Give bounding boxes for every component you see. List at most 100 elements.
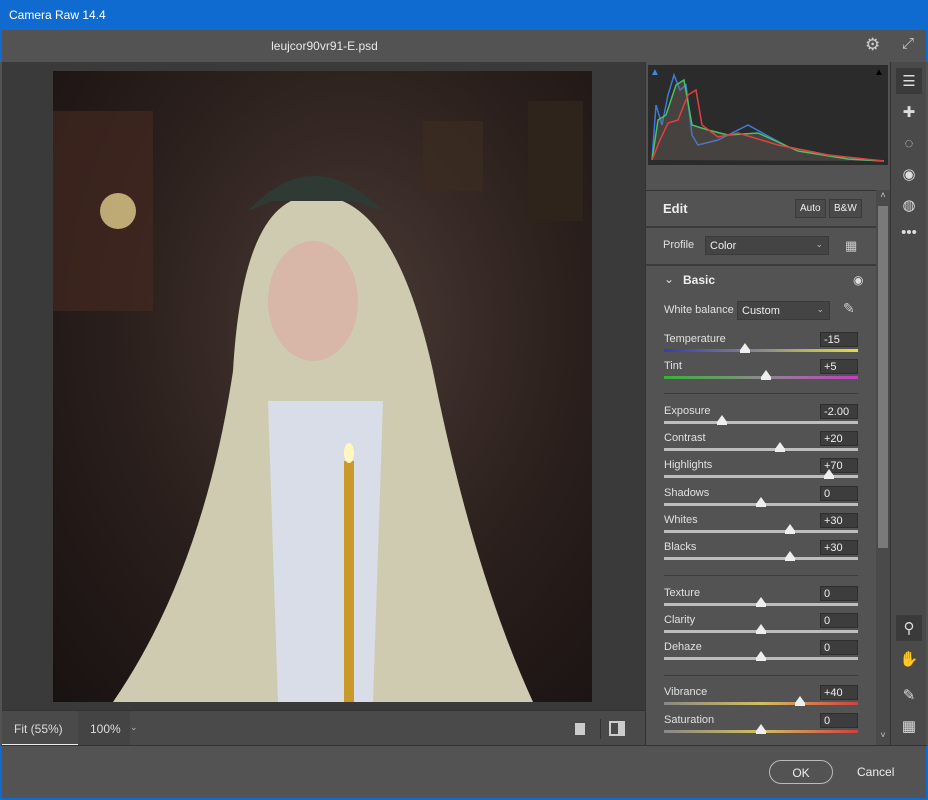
zoom-tool-icon[interactable]: ⚲ <box>896 615 922 641</box>
highlight-clipping-icon[interactable]: ▲ <box>874 67 884 78</box>
histogram: ▲ ▲ <box>648 65 888 165</box>
temperature-slider-track[interactable] <box>664 349 858 352</box>
color-sampler-icon[interactable]: ✎ <box>896 682 922 708</box>
blacks-label: Blacks <box>664 541 697 553</box>
presets-icon[interactable]: ◍ <box>896 192 922 218</box>
vibrance-slider-track[interactable] <box>664 702 858 705</box>
temperature-value-input[interactable]: -15 <box>820 332 858 347</box>
divider <box>664 675 858 676</box>
blacks-slider-track[interactable] <box>664 557 858 560</box>
chevron-down-icon: ⌄ <box>816 304 824 314</box>
exposure-label: Exposure <box>664 405 711 417</box>
clarity-slider-thumb[interactable] <box>756 624 766 634</box>
panel-scrollbar[interactable]: ˄ ˅ <box>876 190 890 745</box>
exposure-slider-track[interactable] <box>664 421 858 424</box>
dehaze-label: Dehaze <box>664 641 702 653</box>
dehaze-slider-thumb[interactable] <box>756 651 766 661</box>
tint-label: Tint <box>664 360 682 372</box>
red-eye-icon[interactable]: ◉ <box>896 161 922 187</box>
tint-slider-thumb[interactable] <box>760 370 771 380</box>
temperature-slider-thumb[interactable] <box>740 343 751 353</box>
more-options-icon[interactable]: ••• <box>896 219 922 245</box>
bw-button[interactable]: B&W <box>829 199 862 218</box>
profile-dropdown[interactable]: Color ⌄ <box>705 236 829 255</box>
divider <box>646 264 876 266</box>
photo-preview[interactable] <box>53 71 592 702</box>
file-name: leujcor90vr91-E.psd <box>271 39 378 53</box>
whites-slider-track[interactable] <box>664 530 858 533</box>
texture-value-input[interactable]: 0 <box>820 586 858 601</box>
profile-value: Color <box>710 240 737 252</box>
fullscreen-icon[interactable]: ⤢ <box>902 35 914 52</box>
dialog-footer: OK Cancel <box>0 745 928 800</box>
tint-value-input[interactable]: +5 <box>820 359 858 374</box>
shadows-label: Shadows <box>664 487 710 499</box>
whites-value-input[interactable]: +30 <box>820 513 858 528</box>
compare-view-icon[interactable] <box>609 721 625 736</box>
divider <box>646 190 890 191</box>
contrast-slider-thumb[interactable] <box>775 442 786 452</box>
masking-icon[interactable]: ◌ <box>896 130 922 156</box>
eyedropper-icon[interactable]: ✎ <box>843 300 855 317</box>
shadow-clipping-icon[interactable]: ▲ <box>650 67 660 78</box>
divider <box>646 226 876 228</box>
scroll-down-icon[interactable]: ˅ <box>876 730 890 744</box>
header: leujcor90vr91-E.psd ⚙ ⤢ <box>0 30 928 62</box>
tool-column: ☰ ✚ ◌ ◉ ◍ ••• ⚲ ✋ ✎ ▦ <box>890 62 926 745</box>
auto-button[interactable]: Auto <box>795 199 826 218</box>
divider <box>600 719 601 739</box>
grid-overlay-icon[interactable]: ▦ <box>896 713 922 739</box>
scrollbar-thumb[interactable] <box>878 206 888 548</box>
blacks-value-input[interactable]: +30 <box>820 540 858 555</box>
saturation-value-input[interactable]: 0 <box>820 713 858 728</box>
cancel-button[interactable]: Cancel <box>857 765 894 779</box>
gear-icon[interactable]: ⚙ <box>865 35 880 55</box>
blacks-slider-thumb[interactable] <box>785 551 796 561</box>
contrast-label: Contrast <box>664 432 706 444</box>
dehaze-value-input[interactable]: 0 <box>820 640 858 655</box>
healing-bandage-icon[interactable]: ✚ <box>896 99 922 125</box>
saturation-label: Saturation <box>664 714 715 726</box>
temperature-label: Temperature <box>664 333 726 345</box>
contrast-value-input[interactable]: +20 <box>820 431 858 446</box>
title-bar: Camera Raw 14.4 <box>0 0 928 30</box>
contrast-slider-track[interactable] <box>664 448 858 451</box>
exposure-value-input[interactable]: -2.00 <box>820 404 858 419</box>
saturation-slider-thumb[interactable] <box>756 724 766 734</box>
texture-slider-thumb[interactable] <box>756 597 766 607</box>
whites-slider-thumb[interactable] <box>785 524 796 534</box>
white-balance-value: Custom <box>742 305 780 317</box>
whites-label: Whites <box>664 514 698 526</box>
exposure-slider-thumb[interactable] <box>717 415 728 425</box>
vibrance-value-input[interactable]: +40 <box>820 685 858 700</box>
white-balance-label: White balance <box>664 304 734 316</box>
clarity-label: Clarity <box>664 614 696 626</box>
shadows-slider-thumb[interactable] <box>756 497 766 507</box>
vibrance-slider-thumb[interactable] <box>794 696 805 706</box>
vibrance-label: Vibrance <box>664 686 708 698</box>
highlights-slider-thumb[interactable] <box>823 469 834 479</box>
zoom-100-button[interactable]: 100% <box>78 711 130 746</box>
clarity-value-input[interactable]: 0 <box>820 613 858 628</box>
collapse-chevron-icon[interactable]: ⌄ <box>664 272 674 286</box>
highlights-label: Highlights <box>664 459 713 471</box>
divider <box>664 393 858 394</box>
white-balance-dropdown[interactable]: Custom ⌄ <box>737 301 830 320</box>
edit-sliders-icon[interactable]: ☰ <box>896 68 922 94</box>
profile-label: Profile <box>663 239 695 251</box>
fit-zoom-button[interactable]: Fit (55%) <box>2 711 78 746</box>
before-after-icon[interactable] <box>575 723 585 735</box>
chevron-down-icon: ⌄ <box>815 239 823 249</box>
ok-button[interactable]: OK <box>769 760 833 784</box>
profile-browser-icon[interactable]: ▦ <box>845 238 857 254</box>
window-title: Camera Raw 14.4 <box>9 8 106 22</box>
zoom-dropdown-chevron-icon[interactable]: ⌄ <box>130 722 144 733</box>
divider <box>664 575 858 576</box>
scroll-up-icon[interactable]: ˄ <box>876 190 890 204</box>
edit-title: Edit <box>663 201 688 216</box>
texture-label: Texture <box>664 587 701 599</box>
bottom-toolbar: Fit (55%) 100% ⌄ <box>2 710 645 746</box>
visibility-eye-icon[interactable]: ◉ <box>853 273 863 287</box>
shadows-value-input[interactable]: 0 <box>820 486 858 501</box>
hand-tool-icon[interactable]: ✋ <box>896 646 922 672</box>
